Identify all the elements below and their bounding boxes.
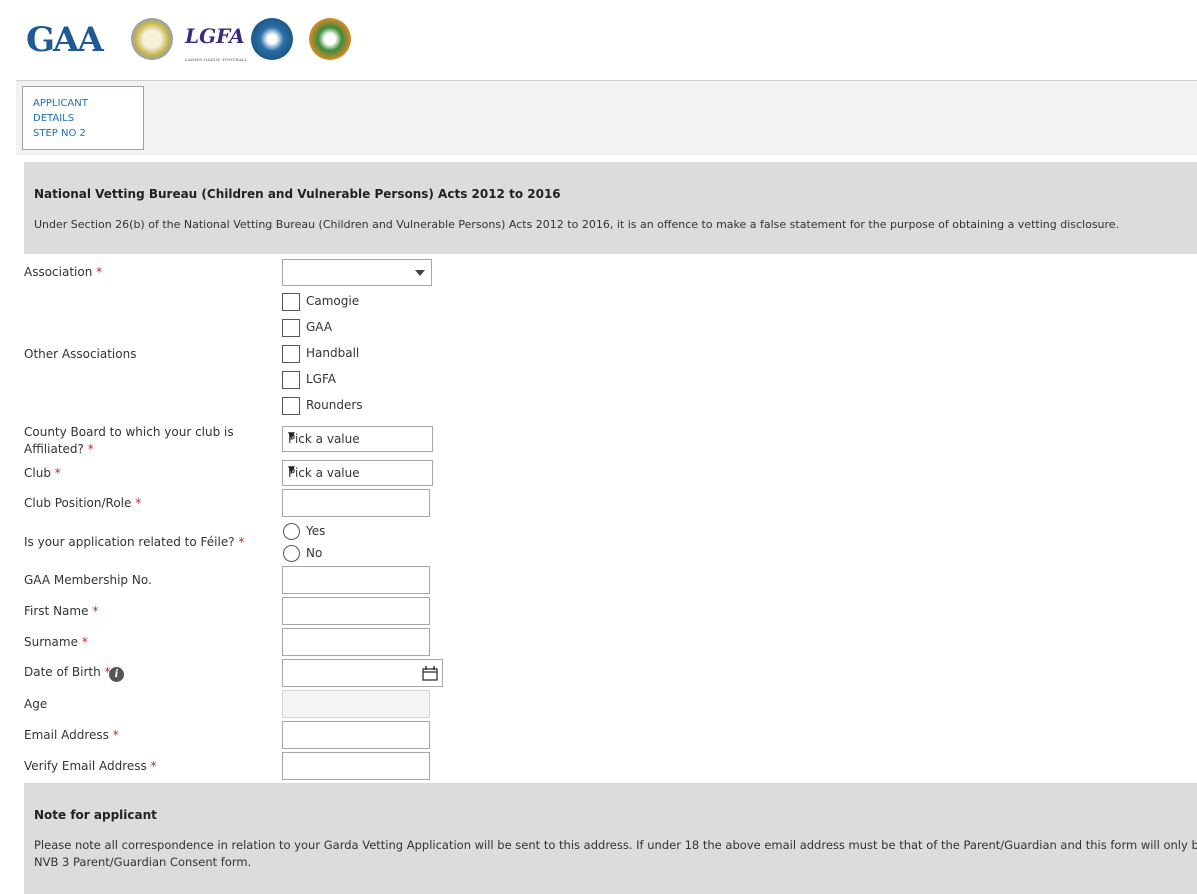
club-role-input[interactable] [282, 489, 430, 517]
county-board-label: County Board to which your club is Affil… [24, 424, 234, 458]
calendar-icon[interactable] [422, 666, 438, 681]
first-name-input[interactable] [282, 597, 430, 625]
club-role-label: Club Position/Role * [24, 496, 141, 510]
required-mark: * [96, 265, 103, 279]
feile-yes-label: Yes [306, 524, 326, 538]
dob-label: Date of Birth * [24, 665, 111, 679]
county-board-label-line1: County Board to which your club is [24, 425, 234, 439]
membership-label: GAA Membership No. [24, 573, 152, 587]
notice-title: National Vetting Bureau (Children and Vu… [34, 187, 561, 201]
email-input[interactable] [282, 721, 430, 749]
club-select[interactable]: Pick a value ▼ [282, 460, 433, 486]
checkbox-lgfa[interactable] [282, 371, 300, 389]
feile-label: Is your application related to Féile? * [24, 535, 244, 549]
step-line-3: STEP NO 2 [33, 128, 86, 139]
info-icon[interactable]: i [109, 667, 124, 682]
checkbox-label-rounders: Rounders [306, 398, 363, 412]
verify-email-label-text: Verify Email Address [24, 759, 147, 773]
checkbox-gaa[interactable] [282, 319, 300, 337]
club-role-label-text: Club Position/Role [24, 496, 132, 510]
club-label: Club * [24, 466, 61, 480]
age-label: Age [24, 697, 48, 711]
surname-input[interactable] [282, 628, 430, 656]
feile-no-radio[interactable] [283, 545, 300, 562]
county-board-select[interactable]: Pick a value ▼ [282, 426, 433, 452]
email-label-text: Email Address [24, 728, 109, 742]
verify-email-input[interactable] [282, 752, 430, 780]
lgfa-logo-text: LGFA [185, 24, 245, 48]
other-associations-label: Other Associations [24, 347, 137, 361]
lgfa-logo[interactable]: LGFA LADIES GAELIC FOOTBALL [185, 24, 247, 62]
dob-input[interactable] [282, 659, 443, 687]
membership-input[interactable] [282, 566, 430, 594]
vetting-notice: National Vetting Bureau (Children and Vu… [24, 162, 1197, 254]
email-label: Email Address * [24, 728, 119, 742]
required-mark: * [150, 759, 157, 773]
first-name-label: First Name * [24, 604, 98, 618]
club-label-text: Club [24, 466, 51, 480]
note-text-line1: Please note all correspondence in relati… [34, 838, 1197, 852]
note-text-line2: NVB 3 Parent/Guardian Consent form. [34, 855, 252, 869]
association-label: Association * [24, 265, 102, 279]
dob-label-text: Date of Birth [24, 665, 101, 679]
checkbox-handball[interactable] [282, 345, 300, 363]
required-mark: * [112, 728, 119, 742]
step-line-2: DETAILS [33, 113, 75, 124]
chevron-down-icon [415, 270, 425, 276]
applicant-note: Note for applicant Please note all corre… [24, 783, 1197, 894]
association-select[interactable] [282, 259, 432, 286]
first-name-label-text: First Name [24, 604, 89, 618]
feile-no-label: No [306, 546, 323, 560]
surname-label: Surname * [24, 635, 88, 649]
camogie-logo[interactable] [131, 18, 173, 60]
required-mark: * [92, 604, 99, 618]
header: GAA LGFA LADIES GAELIC FOOTBALL [0, 0, 1197, 80]
required-mark: * [81, 635, 88, 649]
verify-email-label: Verify Email Address * [24, 759, 157, 773]
age-input [282, 690, 430, 718]
step-line-1: APPLICANT [33, 98, 88, 109]
required-mark: * [54, 466, 61, 480]
notice-text: Under Section 26(b) of the National Vett… [34, 218, 1120, 231]
checkbox-label-camogie: Camogie [306, 294, 360, 308]
checkbox-camogie[interactable] [282, 293, 300, 311]
checkbox-rounders[interactable] [282, 397, 300, 415]
checkbox-label-lgfa: LGFA [306, 372, 336, 386]
required-mark: * [238, 535, 245, 549]
association-label-text: Association [24, 265, 93, 279]
lgfa-logo-subtext: LADIES GAELIC FOOTBALL [185, 57, 248, 62]
county-board-label-line2: Affiliated? [24, 442, 84, 456]
rounders-logo[interactable] [309, 18, 351, 60]
dropdown-arrow-icon: ▼ [288, 431, 295, 441]
handball-logo[interactable] [251, 18, 293, 60]
dropdown-arrow-icon: ▼ [288, 465, 295, 475]
feile-yes-radio[interactable] [283, 523, 300, 540]
step-band [16, 81, 1197, 155]
step-indicator[interactable]: APPLICANT DETAILS STEP NO 2 [22, 86, 144, 150]
surname-label-text: Surname [24, 635, 78, 649]
required-mark: * [87, 442, 94, 456]
checkbox-label-handball: Handball [306, 346, 360, 360]
gaa-logo[interactable]: GAA [26, 20, 104, 60]
note-title: Note for applicant [34, 808, 157, 822]
required-mark: * [135, 496, 142, 510]
feile-label-text: Is your application related to Féile? [24, 535, 235, 549]
checkbox-label-gaa: GAA [306, 320, 333, 334]
